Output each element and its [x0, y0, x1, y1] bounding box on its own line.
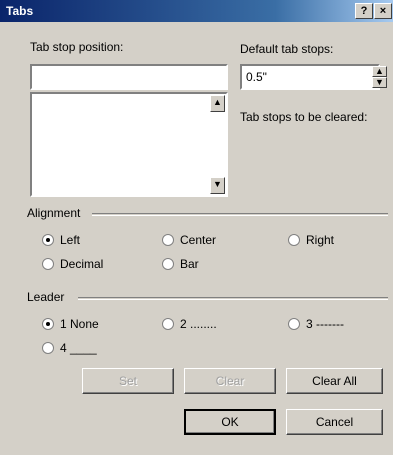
leader-dots-radio[interactable] — [162, 318, 174, 330]
title-bar: Tabs ? × — [0, 0, 393, 22]
leader-underline-radio[interactable] — [42, 342, 54, 354]
leader-dashes-label[interactable]: 3 ------- — [306, 317, 344, 331]
leader-divider — [78, 297, 388, 300]
spin-down-button[interactable]: ▼ — [372, 77, 387, 88]
alignment-group-title: Alignment — [27, 206, 81, 220]
alignment-center-label[interactable]: Center — [180, 233, 216, 247]
tab-stop-list[interactable] — [30, 92, 228, 197]
default-tab-stops-input[interactable]: 0.5" — [240, 64, 380, 90]
leader-dashes-radio[interactable] — [288, 318, 300, 330]
alignment-left-radio[interactable] — [42, 234, 54, 246]
alignment-right-label[interactable]: Right — [306, 233, 334, 247]
alignment-center-radio[interactable] — [162, 234, 174, 246]
dialog-title: Tabs — [6, 4, 34, 18]
alignment-divider — [92, 213, 388, 216]
alignment-bar-radio[interactable] — [162, 258, 174, 270]
tab-stops-to-be-cleared-label: Tab stops to be cleared: — [240, 110, 368, 124]
alignment-bar-label[interactable]: Bar — [180, 257, 199, 271]
spin-up-button[interactable]: ▲ — [372, 66, 387, 77]
tabs-dialog: Tabs ? × Tab stop position: ▲ ▼ Default … — [0, 0, 393, 455]
list-scroll-down-button[interactable]: ▼ — [210, 177, 225, 194]
list-scroll-up-button[interactable]: ▲ — [210, 95, 225, 112]
leader-underline-label[interactable]: 4 ____ — [60, 341, 97, 355]
close-button[interactable]: × — [374, 3, 392, 19]
default-tab-stops-label: Default tab stops: — [240, 42, 334, 56]
alignment-left-label[interactable]: Left — [60, 233, 80, 247]
leader-none-label[interactable]: 1 None — [60, 317, 99, 331]
cancel-button[interactable]: Cancel — [286, 409, 383, 435]
tab-stop-position-input[interactable] — [30, 64, 228, 90]
clear-all-button[interactable]: Clear All — [286, 368, 383, 394]
default-tab-stops-value: 0.5" — [246, 70, 267, 84]
leader-group-title: Leader — [27, 290, 65, 304]
alignment-right-radio[interactable] — [288, 234, 300, 246]
set-button[interactable]: Set — [82, 368, 174, 394]
alignment-decimal-radio[interactable] — [42, 258, 54, 270]
help-button[interactable]: ? — [355, 3, 373, 19]
leader-none-radio[interactable] — [42, 318, 54, 330]
ok-button[interactable]: OK — [184, 409, 276, 435]
clear-button[interactable]: Clear — [184, 368, 276, 394]
leader-dots-label[interactable]: 2 ........ — [180, 317, 217, 331]
alignment-decimal-label[interactable]: Decimal — [60, 257, 103, 271]
tab-stop-position-label: Tab stop position: — [30, 40, 124, 54]
